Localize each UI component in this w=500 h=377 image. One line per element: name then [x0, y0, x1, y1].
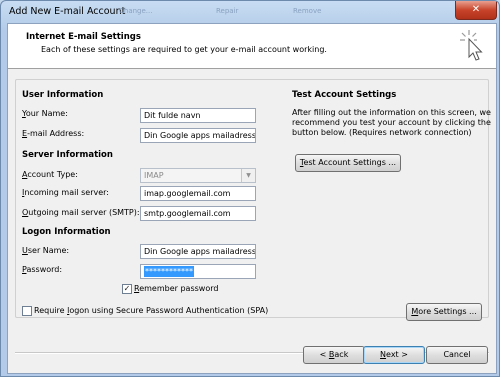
title-bar[interactable]: Add New E-mail Account Change... Repair … [1, 1, 499, 23]
remember-password-checkbox[interactable]: ✓ [122, 284, 132, 294]
require-spa-checkbox[interactable] [22, 306, 32, 316]
background-menu-item: Repair [216, 7, 239, 15]
password-input[interactable]: ************ [140, 264, 256, 279]
page-title: Internet E-mail Settings [26, 32, 141, 42]
header-band: Internet E-mail Settings Each of these s… [8, 24, 496, 69]
outgoing-server-input[interactable]: smtp.googlemail.com [140, 206, 256, 221]
email-address-input[interactable]: Din Google apps mailadresse [140, 128, 256, 143]
cursor-click-icon [460, 30, 483, 61]
background-menu-item: Change... [119, 7, 153, 15]
account-type-value: IMAP [144, 171, 164, 180]
chevron-down-icon[interactable]: ▼ [241, 169, 255, 182]
background-menu-item: Remove [293, 7, 322, 15]
remember-password-label[interactable]: Remember password [134, 284, 218, 293]
user-info-heading: User Information [22, 90, 104, 100]
close-button[interactable]: ✕ [455, 1, 497, 20]
your-name-input[interactable]: Dit fulde navn [140, 108, 256, 123]
window-title: Add New E-mail Account [9, 6, 126, 17]
username-label: User Name: [22, 246, 70, 255]
account-type-select[interactable]: IMAP ▼ [140, 168, 256, 183]
cancel-button[interactable]: Cancel [426, 346, 488, 364]
your-name-label: Your Name: [22, 109, 68, 118]
checkmark-icon: ✓ [123, 284, 131, 293]
incoming-server-input[interactable]: imap.googlemail.com [140, 186, 256, 201]
logon-info-heading: Logon Information [22, 227, 111, 237]
next-button[interactable]: Next > [363, 346, 425, 364]
test-settings-heading: Test Account Settings [292, 90, 397, 100]
incoming-server-label: Incoming mail server: [22, 188, 109, 197]
password-label: Password: [22, 265, 63, 274]
email-address-label: E-mail Address: [22, 129, 85, 138]
password-masked-value: ************ [144, 266, 194, 277]
page-subtitle: Each of these settings are required to g… [41, 45, 327, 54]
account-type-label: Account Type: [22, 170, 78, 179]
outgoing-server-label: Outgoing mail server (SMTP): [22, 208, 140, 217]
username-input[interactable]: Din Google apps mailadresse [140, 244, 256, 259]
test-account-settings-button[interactable]: Test Account Settings ... [295, 154, 401, 172]
more-settings-button[interactable]: More Settings ... [406, 303, 482, 321]
test-settings-description: After filling out the information on thi… [292, 108, 491, 137]
require-spa-label[interactable]: Require logon using Secure Password Auth… [34, 306, 268, 315]
server-info-heading: Server Information [22, 150, 113, 160]
back-button[interactable]: < Back [303, 346, 365, 364]
dialog-window: Add New E-mail Account Change... Repair … [0, 0, 500, 377]
dialog-body: Internet E-mail Settings Each of these s… [7, 23, 497, 374]
